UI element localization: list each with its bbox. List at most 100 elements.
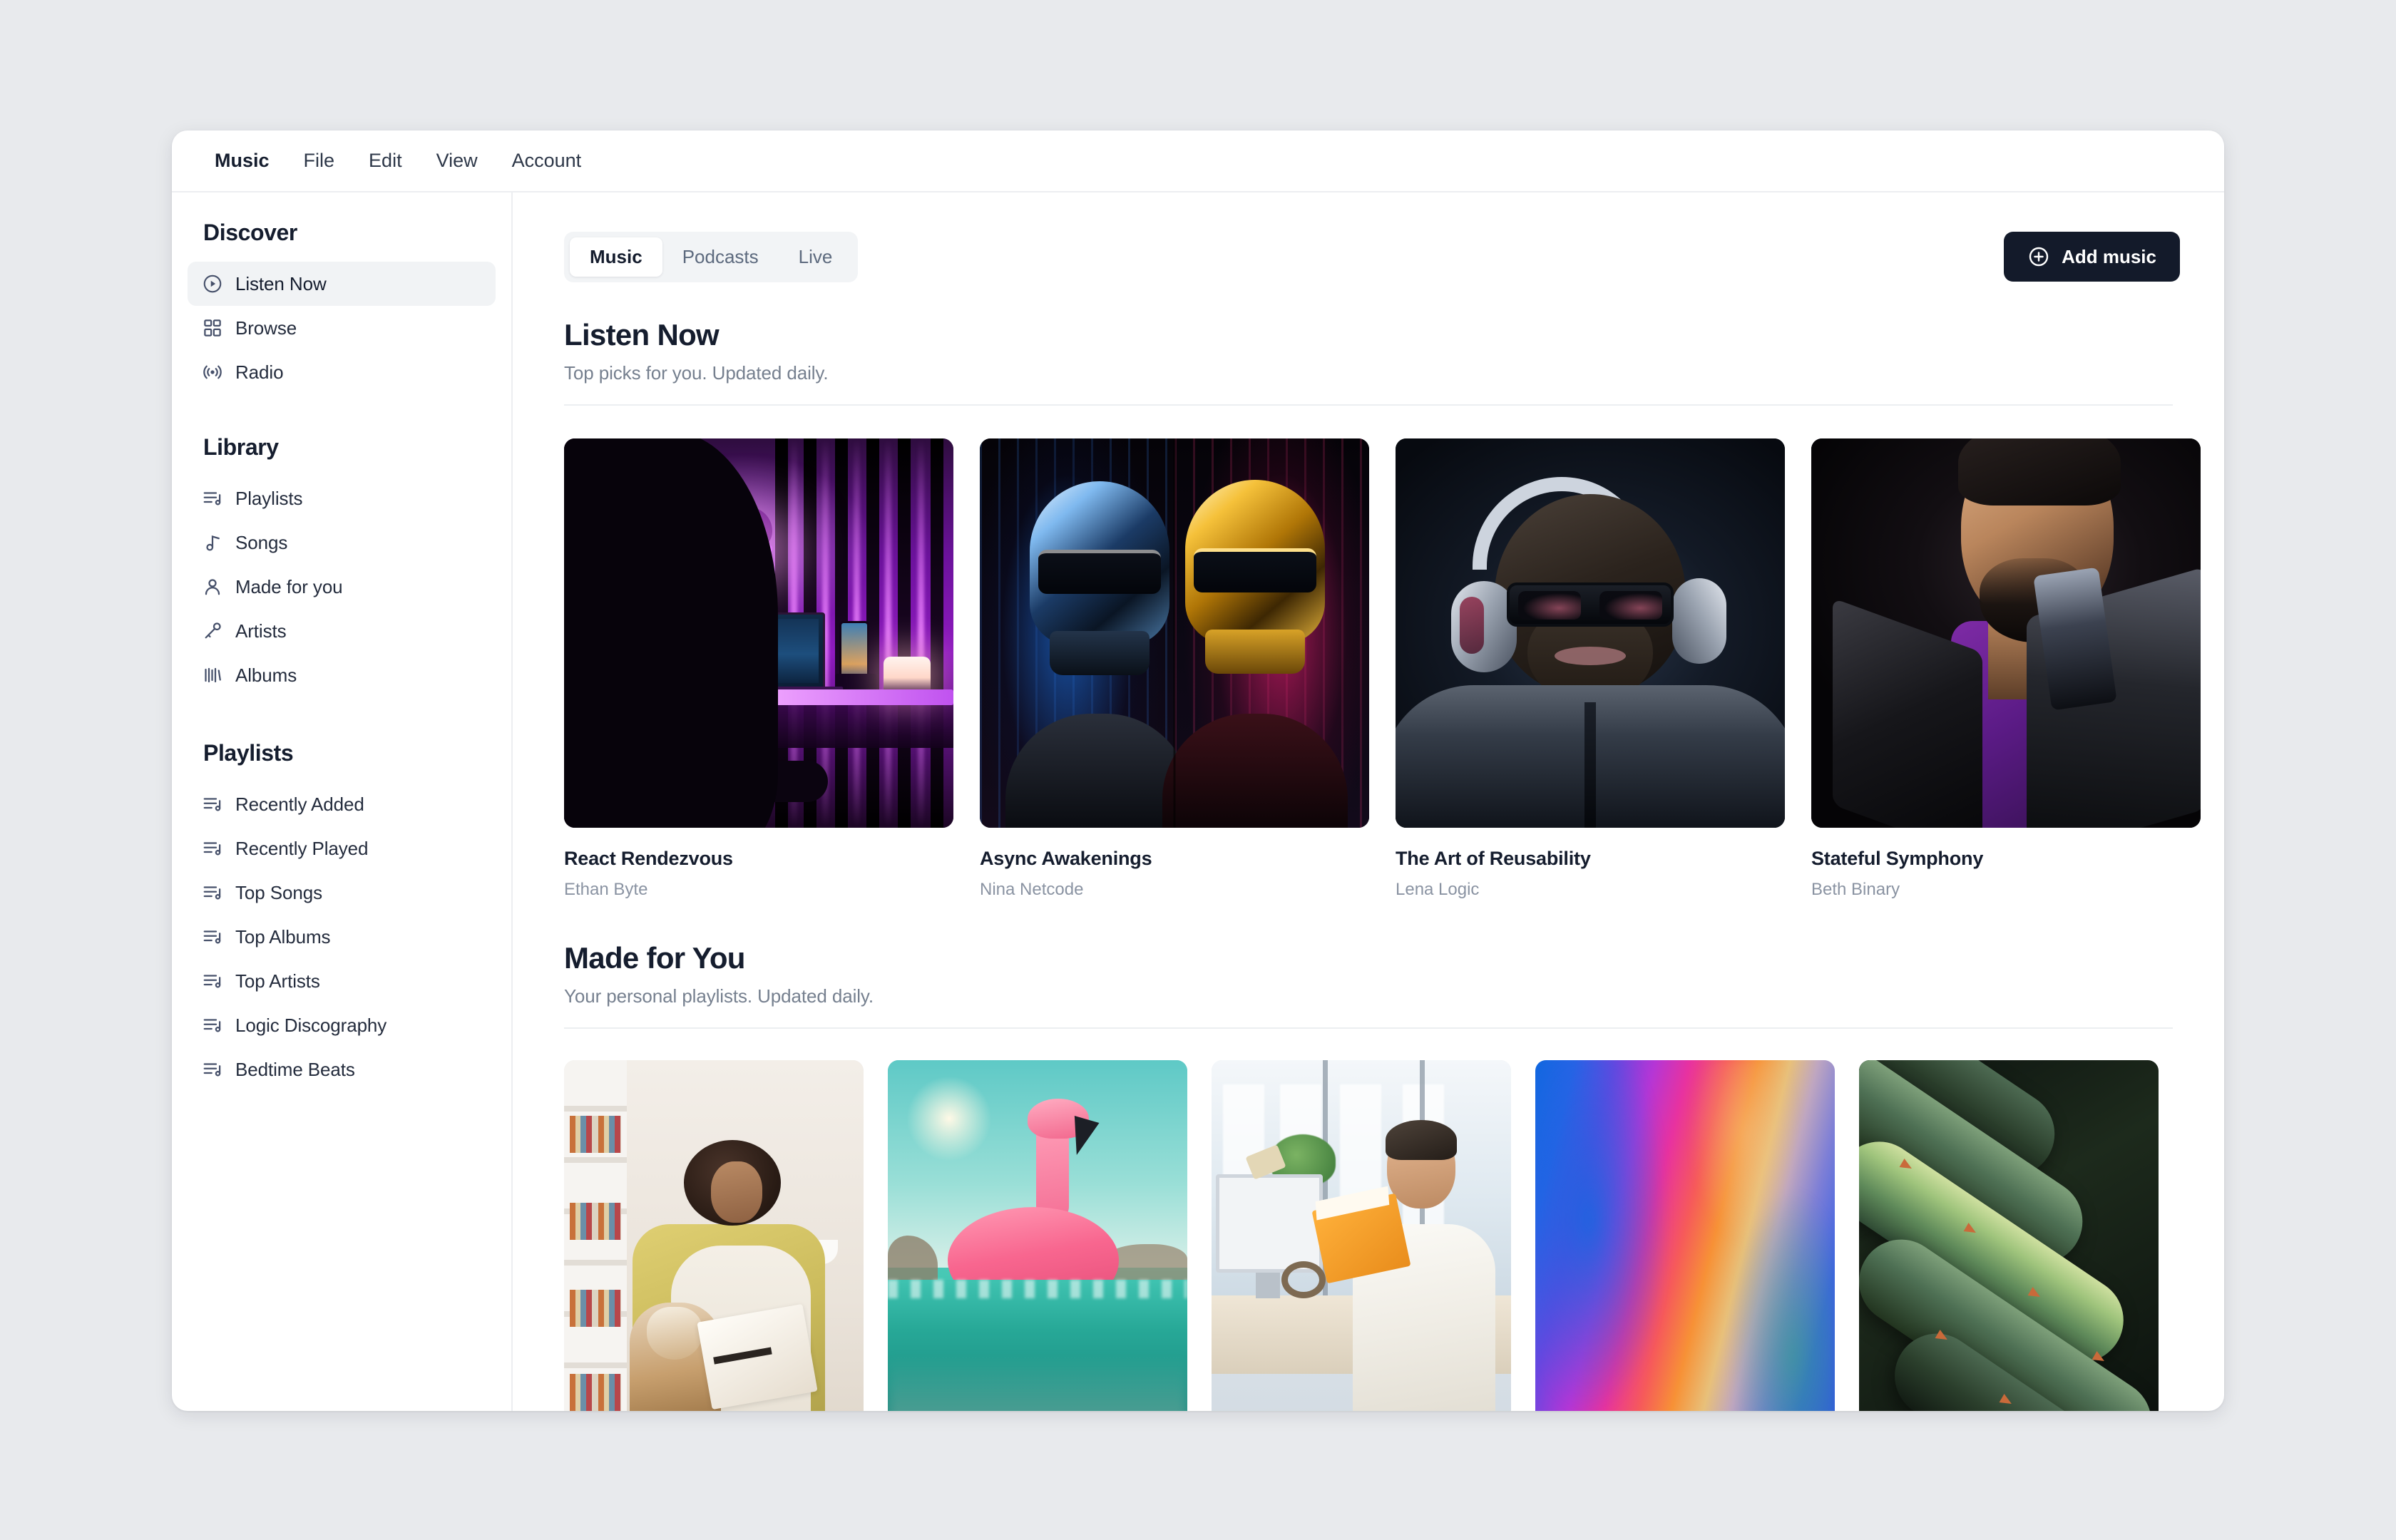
sidebar-item-made-for-you[interactable]: Made for you xyxy=(188,565,496,609)
sidebar-item-label: Listen Now xyxy=(235,272,327,294)
playlist-icon xyxy=(202,1059,223,1080)
album-artist: Nina Netcode xyxy=(980,880,1084,899)
sidebar-item-label: Recently Added xyxy=(235,793,364,815)
album-artwork-portrait-leather-jacket[interactable] xyxy=(1811,438,2201,828)
sidebar-item-label: Playlists xyxy=(235,487,303,509)
play-circle-icon xyxy=(202,273,223,294)
playlist-artwork-agave-plant[interactable] xyxy=(1859,1060,2159,1411)
sidebar-group-library: Library Playlists Songs Made for you Art… xyxy=(188,434,496,697)
album-artist: Ethan Byte xyxy=(564,880,648,899)
sidebar-item-bedtime-beats[interactable]: Bedtime Beats xyxy=(188,1047,496,1092)
menu-bar: Music File Edit View Account xyxy=(172,130,2224,192)
playlist-icon xyxy=(202,926,223,948)
album-artist: Lena Logic xyxy=(1396,880,1480,899)
sidebar-item-playlists[interactable]: Playlists xyxy=(188,476,496,520)
sidebar-item-label: Top Artists xyxy=(235,970,320,992)
sidebar-item-label: Made for you xyxy=(235,575,343,597)
sidebar-item-top-songs[interactable]: Top Songs xyxy=(188,871,496,915)
menu-item-file[interactable]: File xyxy=(287,144,352,178)
made-for-you-row[interactable] xyxy=(513,1029,2224,1411)
playlist-artwork-man-book-office[interactable] xyxy=(1212,1060,1511,1411)
playlist-icon xyxy=(202,882,223,903)
album-card[interactable]: React Rendezvous Ethan Byte xyxy=(564,438,953,900)
sidebar-item-artists[interactable]: Artists xyxy=(188,609,496,653)
content-toolbar: Music Podcasts Live Add music xyxy=(513,228,2224,285)
tab-music[interactable]: Music xyxy=(570,237,662,277)
sidebar-item-radio[interactable]: Radio xyxy=(188,350,496,394)
album-title: The Art of Reusability xyxy=(1396,848,1591,869)
playlist-card[interactable] xyxy=(888,1060,1187,1411)
segmented-tabs: Music Podcasts Live xyxy=(564,231,859,282)
album-artist: Beth Binary xyxy=(1811,880,1900,899)
sidebar-item-label: Albums xyxy=(235,664,297,686)
sidebar-group-title-library: Library xyxy=(203,434,279,460)
sidebar-group-title-discover: Discover xyxy=(203,220,297,245)
sidebar-item-recently-added[interactable]: Recently Added xyxy=(188,782,496,826)
album-artwork-gorilla-headphones[interactable] xyxy=(1396,438,1785,828)
album-card[interactable]: Stateful Symphony Beth Binary xyxy=(1811,438,2201,900)
playlist-icon xyxy=(202,970,223,992)
album-card[interactable]: Async Awakenings Nina Netcode xyxy=(980,438,1369,900)
playlist-card[interactable] xyxy=(564,1060,864,1411)
sidebar-item-listen-now[interactable]: Listen Now xyxy=(188,262,496,306)
section-listen-now-header: Listen Now Top picks for you. Updated da… xyxy=(513,318,2224,384)
album-title: Stateful Symphony xyxy=(1811,848,1984,869)
sidebar-item-browse[interactable]: Browse xyxy=(188,306,496,350)
user-icon xyxy=(202,576,223,597)
playlist-artwork-woman-dog-reading[interactable] xyxy=(564,1060,864,1411)
album-title: React Rendezvous xyxy=(564,848,733,869)
playlist-card[interactable] xyxy=(1212,1060,1511,1411)
playlist-icon xyxy=(202,488,223,509)
playlist-icon xyxy=(202,838,223,859)
sidebar-item-label: Songs xyxy=(235,531,288,553)
section-title: Listen Now xyxy=(564,318,720,351)
sidebar-item-label: Artists xyxy=(235,620,287,642)
sidebar-item-label: Top Songs xyxy=(235,881,322,903)
menu-item-edit[interactable]: Edit xyxy=(352,144,419,178)
sidebar-item-logic-discography[interactable]: Logic Discography xyxy=(188,1003,496,1047)
sidebar-item-recently-played[interactable]: Recently Played xyxy=(188,826,496,871)
listen-now-row[interactable]: React Rendezvous Ethan Byte Async Awaken… xyxy=(513,406,2224,900)
sidebar: Discover Listen Now Browse Radio Library… xyxy=(172,192,513,1411)
menu-item-music[interactable]: Music xyxy=(202,144,287,178)
menu-item-account[interactable]: Account xyxy=(495,144,599,178)
sidebar-item-top-artists[interactable]: Top Artists xyxy=(188,959,496,1003)
section-subtitle: Top picks for you. Updated daily. xyxy=(564,362,829,384)
sidebar-group-playlists: Playlists Recently Added Recently Played… xyxy=(188,740,496,1092)
album-artwork-dual-helmet-robots[interactable] xyxy=(980,438,1369,828)
playlist-artwork-pink-flamingo-float[interactable] xyxy=(888,1060,1187,1411)
add-music-button[interactable]: Add music xyxy=(2004,232,2180,282)
sidebar-item-label: Logic Discography xyxy=(235,1014,387,1036)
bars-icon xyxy=(202,664,223,686)
music-app-window: Music File Edit View Account Discover Li… xyxy=(172,130,2224,1411)
playlist-card[interactable] xyxy=(1535,1060,1835,1411)
section-subtitle: Your personal playlists. Updated daily. xyxy=(564,985,874,1007)
add-music-label: Add music xyxy=(2062,245,2156,267)
sidebar-item-label: Radio xyxy=(235,361,284,383)
section-title: Made for You xyxy=(564,941,745,975)
sidebar-item-label: Bedtime Beats xyxy=(235,1058,355,1080)
sidebar-item-albums[interactable]: Albums xyxy=(188,653,496,697)
sidebar-item-label: Top Albums xyxy=(235,925,331,948)
sidebar-group-title-playlists: Playlists xyxy=(203,740,294,766)
main-content: Music Podcasts Live Add music Listen Now… xyxy=(513,192,2224,1411)
album-title: Async Awakenings xyxy=(980,848,1152,869)
playlist-icon xyxy=(202,1015,223,1036)
album-artwork-purple-neon-desk[interactable] xyxy=(564,438,953,828)
playlist-card[interactable] xyxy=(1859,1060,2159,1411)
section-made-for-you-header: Made for You Your personal playlists. Up… xyxy=(513,941,2224,1007)
music-note-icon xyxy=(202,532,223,553)
plus-circle-icon xyxy=(2027,245,2050,268)
sidebar-item-label: Browse xyxy=(235,317,297,339)
menu-item-view[interactable]: View xyxy=(419,144,495,178)
radio-icon xyxy=(202,361,223,383)
tab-live[interactable]: Live xyxy=(779,237,853,277)
playlist-artwork-rainbow-gradient[interactable] xyxy=(1535,1060,1835,1411)
album-card[interactable]: The Art of Reusability Lena Logic xyxy=(1396,438,1785,900)
sidebar-group-discover: Discover Listen Now Browse Radio xyxy=(188,220,496,394)
sidebar-item-top-albums[interactable]: Top Albums xyxy=(188,915,496,959)
tab-podcasts[interactable]: Podcasts xyxy=(662,237,779,277)
sidebar-item-songs[interactable]: Songs xyxy=(188,520,496,565)
sidebar-item-label: Recently Played xyxy=(235,837,369,859)
microphone-icon xyxy=(202,620,223,642)
